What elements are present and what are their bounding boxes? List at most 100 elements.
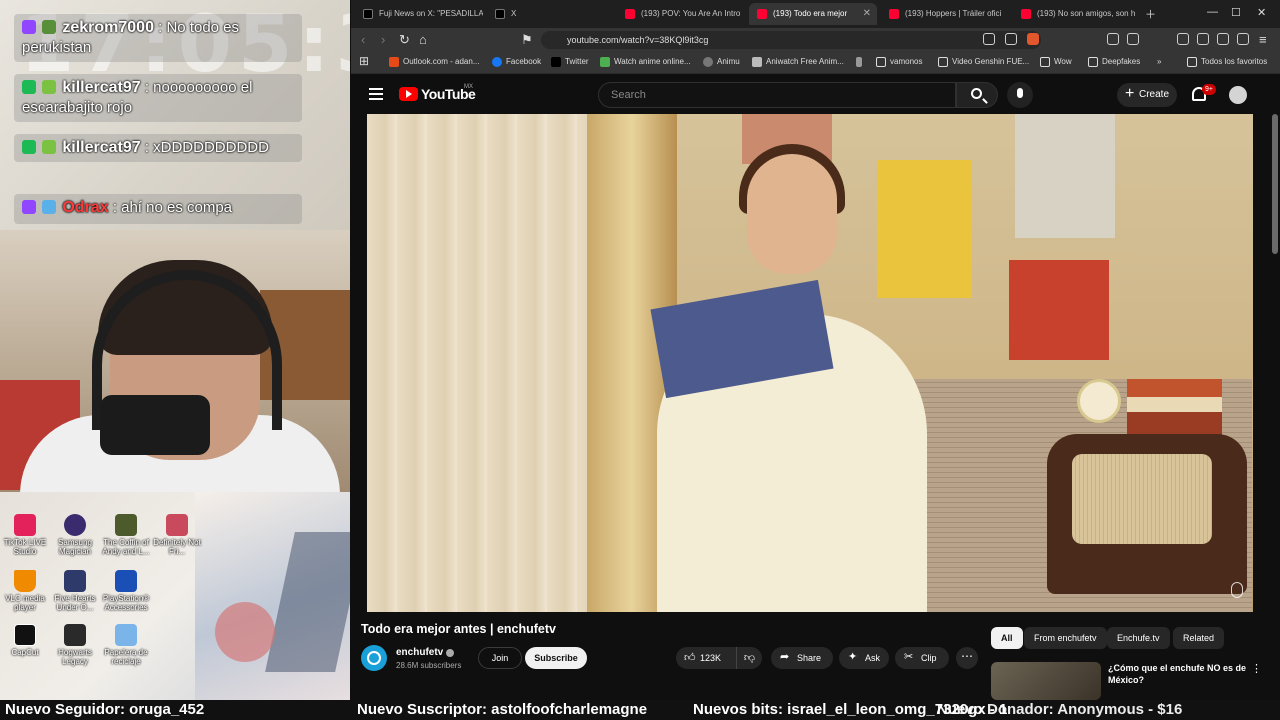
home-icon[interactable]: ⌂	[419, 32, 427, 47]
bookmark-outlook[interactable]: Outlook.com - adan...	[389, 57, 479, 67]
sub-badge-icon	[42, 140, 57, 154]
tab-no-son-amigos[interactable]: (193) No son amigos, son h	[1013, 3, 1141, 25]
join-button[interactable]: Join	[478, 647, 522, 669]
recommended-title[interactable]: ¿Cómo que el enchufe NO es de México?	[1108, 662, 1248, 686]
youtube-icon	[625, 9, 635, 19]
voice-search-button[interactable]	[1007, 82, 1033, 108]
url-field[interactable]: youtube.com/watch?v=38KQl9it3cg	[541, 31, 1041, 49]
outlook-icon	[389, 57, 399, 67]
brave-shield-icon[interactable]	[1027, 33, 1039, 45]
reload-icon[interactable]: ↻	[399, 32, 410, 48]
desktop-icon-coffin[interactable]: The Coffin of Andy and L...	[98, 514, 154, 556]
chip-enchufe-tv[interactable]: Enchufe.tv	[1107, 627, 1170, 649]
channel-watermark-icon[interactable]	[1231, 582, 1243, 598]
youtube-logo-icon[interactable]	[399, 87, 418, 101]
desktop-icon-definitely[interactable]: Definitely Not Fri...	[149, 514, 205, 556]
chip-all[interactable]: All	[991, 627, 1023, 649]
vpn-icon[interactable]	[1237, 33, 1249, 45]
notification-badge: 9+	[1202, 84, 1216, 95]
twitch-badge-icon	[22, 200, 36, 214]
bookmark-deepfakes[interactable]: Deepfakes	[1088, 57, 1140, 67]
back-icon[interactable]: ‹	[361, 32, 365, 47]
chip-from-channel[interactable]: From enchufetv	[1024, 627, 1107, 649]
account-avatar[interactable]	[1229, 86, 1247, 104]
hamburger-menu-icon[interactable]	[369, 88, 383, 103]
subscribe-button[interactable]: Subscribe	[525, 647, 587, 669]
desktop-icon-samsung[interactable]: Samsung Magician	[47, 514, 103, 556]
chat-area: 17:05:38 zekrom7000 : No todo es perukis…	[0, 0, 350, 230]
youtube-header: YouTube MX Search Create 9+	[351, 76, 1280, 114]
webcam-feed	[0, 230, 350, 492]
bookmark-wow[interactable]: Wow	[1040, 57, 1072, 67]
channel-avatar[interactable]	[361, 645, 387, 671]
desktop-icon-fivehearts[interactable]: Five Hearts Under O...	[47, 570, 103, 612]
samsung-magician-icon	[64, 514, 86, 536]
tab-fuji-news[interactable]: Fuji News on X: "PESADILLA	[355, 3, 483, 25]
bookmark-label: Watch anime online...	[614, 57, 691, 66]
bookmark-video-genshin[interactable]: Video Genshin FUE...	[938, 57, 1029, 67]
bookmark-watch-anime[interactable]: Watch anime online...	[600, 57, 691, 67]
search-button[interactable]	[956, 82, 998, 108]
bookmark-twitter[interactable]: Twitter	[551, 57, 589, 67]
forward-icon[interactable]: ›	[381, 32, 385, 47]
menu-icon[interactable]: ≡	[1259, 32, 1267, 47]
sidebar-icon[interactable]	[1127, 33, 1139, 45]
bookmark-vamonos[interactable]: vamonos	[876, 57, 922, 67]
create-button[interactable]: Create	[1117, 82, 1177, 107]
bookmark-facebook[interactable]: Facebook	[492, 57, 541, 67]
recommended-more-icon[interactable]: ⋮	[1251, 662, 1262, 675]
chip-related[interactable]: Related	[1173, 627, 1225, 649]
clip-button[interactable]: ✂ Clip	[895, 647, 949, 669]
tab-hoppers[interactable]: (193) Hoppers | Tráiler ofici	[881, 3, 1009, 25]
subscriber-count: 28.6M subscribers	[396, 661, 462, 670]
recommended-thumbnail[interactable]	[991, 662, 1101, 700]
desktop-icon-label: CapCut	[11, 648, 39, 657]
desktop-icon-playstation[interactable]: PlayStation® Accessories	[98, 570, 154, 612]
more-actions-icon[interactable]: ⋯	[956, 647, 978, 669]
extensions-icon[interactable]	[1107, 33, 1119, 45]
share-button[interactable]: ➦ Share	[771, 647, 833, 669]
x-icon	[495, 9, 505, 19]
apps-grid-icon[interactable]: ⊞	[359, 54, 369, 68]
maximize-icon[interactable]: ☐	[1231, 6, 1241, 19]
chat-message: killercat97 : xDDDDDDDDDD	[14, 134, 302, 162]
wallet-icon[interactable]	[1197, 33, 1209, 45]
thumbs-up-icon[interactable]: 👍︎	[684, 647, 696, 669]
search-icon	[971, 88, 982, 99]
desktop-icon-recycle-bin[interactable]: Papelera de reciclaje	[98, 624, 154, 666]
desktop-icon-capcut[interactable]: CapCut	[0, 624, 53, 657]
tab-todo-era-mejor[interactable]: (193) Todo era mejor ✕	[749, 3, 877, 25]
desktop-icon-tiktok[interactable]: TikTok LIVE Studio	[0, 514, 53, 556]
hogwarts-icon	[64, 624, 86, 646]
thumbs-down-icon[interactable]: 👎︎	[736, 647, 762, 669]
search-input[interactable]: Search	[598, 82, 956, 108]
bookmark-animu[interactable]: Animu	[703, 57, 740, 67]
minimize-icon[interactable]: —	[1207, 6, 1218, 18]
page-scrollbar[interactable]	[1272, 114, 1278, 254]
channel-name[interactable]: enchufetv	[396, 647, 443, 658]
close-tab-icon[interactable]: ✕	[863, 3, 871, 25]
leo-icon[interactable]	[1217, 33, 1229, 45]
new-tab-icon[interactable]: ＋	[1145, 6, 1156, 22]
tab-x[interactable]: X	[487, 3, 615, 25]
close-window-icon[interactable]: ✕	[1257, 6, 1266, 19]
like-count[interactable]: 123K	[700, 647, 721, 669]
recycle-bin-icon	[115, 624, 137, 646]
bookmark-icon[interactable]: ⚑	[521, 32, 533, 48]
twitch-badge-icon	[22, 20, 36, 34]
share-icon[interactable]	[1005, 33, 1017, 45]
youtube-icon	[757, 9, 767, 19]
video-player[interactable]	[367, 114, 1253, 612]
screen-icon[interactable]	[983, 33, 995, 45]
anime-site-icon	[600, 57, 610, 67]
chat-message: zekrom7000 : No todo es perukistan	[14, 14, 302, 62]
tab-pov[interactable]: (193) POV: You Are An Intro	[617, 3, 745, 25]
desktop-icon-vlc[interactable]: VLC media player	[0, 570, 53, 612]
bookmarks-overflow-icon[interactable]: »	[1157, 57, 1161, 66]
bookmark-aniwatch[interactable]: Aniwatch Free Anim...	[752, 57, 844, 67]
ask-button[interactable]: ✦ Ask	[839, 647, 889, 669]
desktop-icon-hogwarts[interactable]: Hogwarts Legacy	[47, 624, 103, 666]
folder-icon	[1040, 57, 1050, 67]
bookmark-all-favorites[interactable]: Todos los favoritos	[1187, 57, 1267, 67]
music-icon[interactable]	[1177, 33, 1189, 45]
